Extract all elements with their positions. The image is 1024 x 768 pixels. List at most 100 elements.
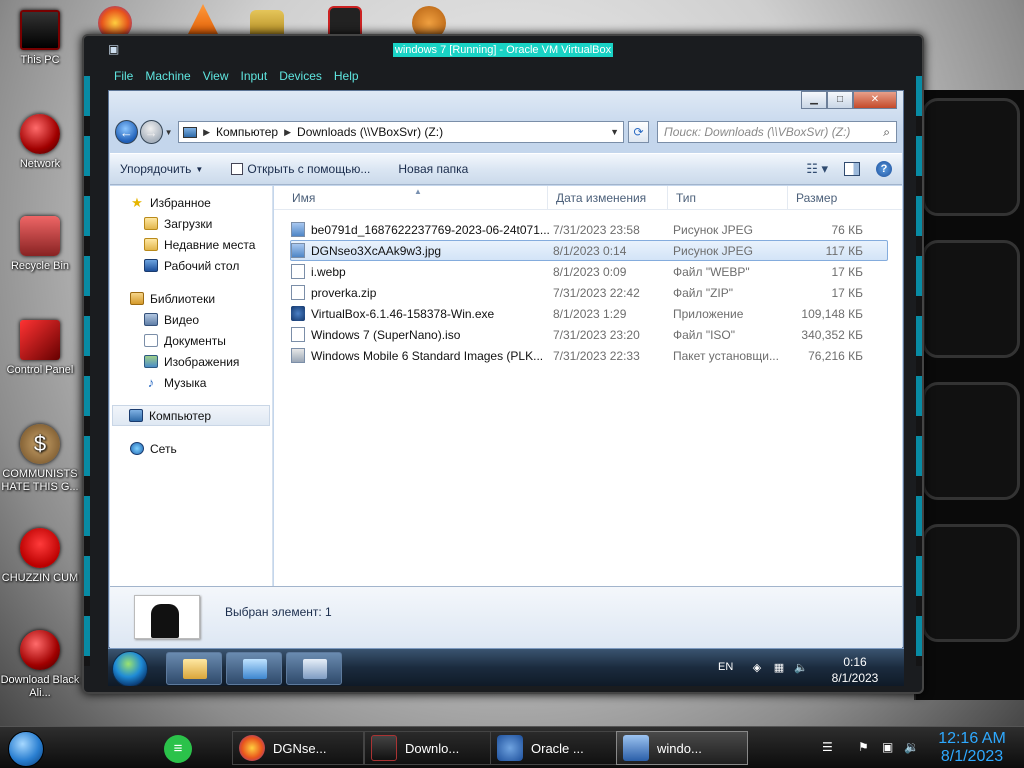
start-button[interactable]	[112, 651, 148, 686]
guest-screen[interactable]: ▁ □ ✕ ← → ▼ ▶ Компьютер ▶ Downloads (\\V…	[108, 90, 904, 686]
explorer-window[interactable]: ▁ □ ✕ ← → ▼ ▶ Компьютер ▶ Downloads (\\V…	[108, 90, 904, 648]
desktop-icon-chuzzin[interactable]: CHUZZIN CUM	[0, 528, 80, 585]
taskbar-network-button[interactable]	[286, 652, 342, 685]
column-label: Дата изменения	[556, 190, 647, 205]
file-type: Рисунок JPEG	[673, 222, 753, 237]
host-task-downloads[interactable]: Downlo...	[364, 731, 496, 765]
guest-clock[interactable]: 0:16 8/1/2023	[820, 654, 890, 686]
virtualbox-window[interactable]: ▣ windows 7 [Running] - Oracle VM Virtua…	[82, 34, 924, 694]
view-options-icon[interactable]: ☷ ▾	[806, 161, 828, 177]
file-row[interactable]: i.webp 8/1/2023 0:09 Файл "WEBP" 17 КБ	[290, 261, 888, 282]
network-tray-icon[interactable]: ▦	[772, 661, 786, 675]
host-start-button[interactable]	[8, 731, 44, 767]
maximize-button[interactable]: □	[827, 91, 853, 109]
computer-icon	[129, 409, 143, 422]
nav-recent-places[interactable]: Недавние места	[110, 234, 272, 255]
explorer-folder-icon	[371, 735, 397, 761]
language-indicator[interactable]: EN	[718, 661, 733, 673]
address-dropdown-icon[interactable]: ▼	[610, 127, 619, 137]
volume-icon[interactable]: 🔈	[794, 661, 808, 675]
menu-view[interactable]: View	[197, 66, 235, 88]
recent-pages-dropdown[interactable]: ▼	[165, 128, 174, 137]
column-header-name[interactable]: ▲ Имя	[274, 185, 548, 210]
file-row[interactable]: VirtualBox-6.1.46-158378-Win.exe 8/1/202…	[290, 303, 888, 324]
desktop-icon-download-black[interactable]: Download Black Ali...	[0, 630, 80, 700]
host-task-image-viewer[interactable]: DGNse...	[232, 731, 364, 765]
nav-desktop[interactable]: Рабочий стол	[110, 255, 272, 276]
file-row-selected[interactable]: DGNseo3XcAAk9w3.jpg 8/1/2023 0:14 Рисуно…	[290, 240, 888, 261]
control-panel-icon	[20, 320, 60, 360]
file-size: 76,216 КБ	[808, 348, 863, 363]
desktop-icon-control-panel[interactable]: Control Panel	[0, 320, 80, 377]
host-clock[interactable]: 12:16 AM 8/1/2023	[934, 730, 1010, 766]
images-icon	[144, 355, 158, 368]
breadcrumb-separator-icon[interactable]: ▶	[203, 127, 210, 138]
desktop-icon-this-pc[interactable]: This PC	[0, 10, 80, 67]
close-button[interactable]: ✕	[853, 91, 897, 109]
file-type: Приложение	[673, 306, 744, 321]
flag-icon[interactable]: ⚑	[858, 740, 869, 754]
desktop-icon-recycle-bin[interactable]: Recycle Bin	[0, 216, 80, 273]
search-icon[interactable]: ⌕	[883, 125, 890, 140]
preview-pane-icon[interactable]	[844, 162, 860, 176]
refresh-button[interactable]: ⟳	[628, 121, 649, 143]
menu-help[interactable]: Help	[328, 66, 365, 88]
help-icon[interactable]: ?	[876, 161, 892, 177]
nav-video[interactable]: Видео	[110, 309, 272, 330]
libraries-icon	[130, 292, 144, 305]
taskbar-control-panel-button[interactable]	[226, 652, 282, 685]
nav-music[interactable]: ♪ Музыка	[110, 372, 272, 393]
file-row[interactable]: Windows Mobile 6 Standard Images (PLK...…	[290, 345, 888, 366]
back-button[interactable]: ←	[115, 120, 138, 144]
virtualbox-icon	[497, 735, 523, 761]
host-task-windows7-vm[interactable]: windo...	[616, 731, 748, 765]
forward-button[interactable]: →	[139, 120, 163, 144]
desktop-icon-communists[interactable]: $ COMMUNISTS HATE THIS G...	[0, 424, 80, 494]
spotify-icon[interactable]: ≡	[164, 735, 192, 763]
nav-network[interactable]: Сеть	[110, 438, 272, 459]
volume-icon[interactable]: 🔉	[904, 740, 919, 754]
vlc-icon[interactable]	[186, 4, 220, 38]
nav-favorites[interactable]: ★ Избранное	[110, 192, 272, 213]
desktop-icon-network[interactable]: Network	[0, 114, 80, 171]
organize-label: Упорядочить	[120, 162, 192, 176]
menu-machine[interactable]: Machine	[139, 66, 196, 88]
action-center-icon[interactable]: ☰	[822, 740, 833, 754]
breadcrumb-computer[interactable]: Компьютер	[216, 125, 278, 139]
nav-computer[interactable]: Компьютер	[112, 405, 270, 426]
breadcrumb-separator-icon[interactable]: ▶	[284, 127, 291, 138]
file-list: ▲ Имя Дата изменения Тип Размер be0791d_…	[274, 185, 902, 586]
address-bar[interactable]: ▶ Компьютер ▶ Downloads (\\VBoxSvr) (Z:)…	[178, 121, 625, 143]
file-row[interactable]: be0791d_1687622237769-2023-06-24t071... …	[290, 219, 888, 240]
menu-input[interactable]: Input	[235, 66, 274, 88]
window-title-text: windows 7 [Running] - Oracle VM VirtualB…	[392, 43, 614, 57]
nav-libraries[interactable]: Библиотеки	[110, 288, 272, 309]
nav-label: Компьютер	[149, 408, 212, 423]
network-icon[interactable]: ▣	[882, 740, 893, 754]
column-header-type[interactable]: Тип	[668, 185, 788, 210]
generic-file-icon	[291, 327, 305, 342]
virtualbox-tray-icon[interactable]: ◈	[750, 661, 764, 675]
column-header-date[interactable]: Дата изменения	[548, 185, 668, 210]
column-header-size[interactable]: Размер	[788, 186, 892, 210]
installer-package-icon	[291, 348, 305, 363]
host-task-label: Downlo...	[405, 740, 460, 756]
menu-devices[interactable]: Devices	[273, 66, 328, 88]
search-input[interactable]: Поиск: Downloads (\\VBoxSvr) (Z:) ⌕	[657, 121, 897, 143]
new-folder-button[interactable]: Новая папка	[398, 162, 468, 176]
file-row[interactable]: proverka.zip 7/31/2023 22:42 Файл "ZIP" …	[290, 282, 888, 303]
file-row[interactable]: Windows 7 (SuperNano).iso 7/31/2023 23:2…	[290, 324, 888, 345]
open-with-button[interactable]: Открыть с помощью...	[231, 162, 370, 176]
host-task-oracle[interactable]: Oracle ...	[490, 731, 622, 765]
organize-button[interactable]: Упорядочить ▼	[120, 162, 203, 176]
host-task-label: Oracle ...	[531, 740, 584, 756]
nav-documents[interactable]: Документы	[110, 330, 272, 351]
file-size: 17 КБ	[831, 264, 863, 279]
breadcrumb-downloads[interactable]: Downloads (\\VBoxSvr) (Z:)	[297, 125, 443, 139]
taskbar-explorer-button[interactable]	[166, 652, 222, 685]
nav-images[interactable]: Изображения	[110, 351, 272, 372]
nav-downloads[interactable]: Загрузки	[110, 213, 272, 234]
navigation-bar: ← → ▼ ▶ Компьютер ▶ Downloads (\\VBoxSvr…	[115, 117, 897, 147]
menu-file[interactable]: File	[108, 66, 139, 88]
minimize-button[interactable]: ▁	[801, 91, 827, 109]
